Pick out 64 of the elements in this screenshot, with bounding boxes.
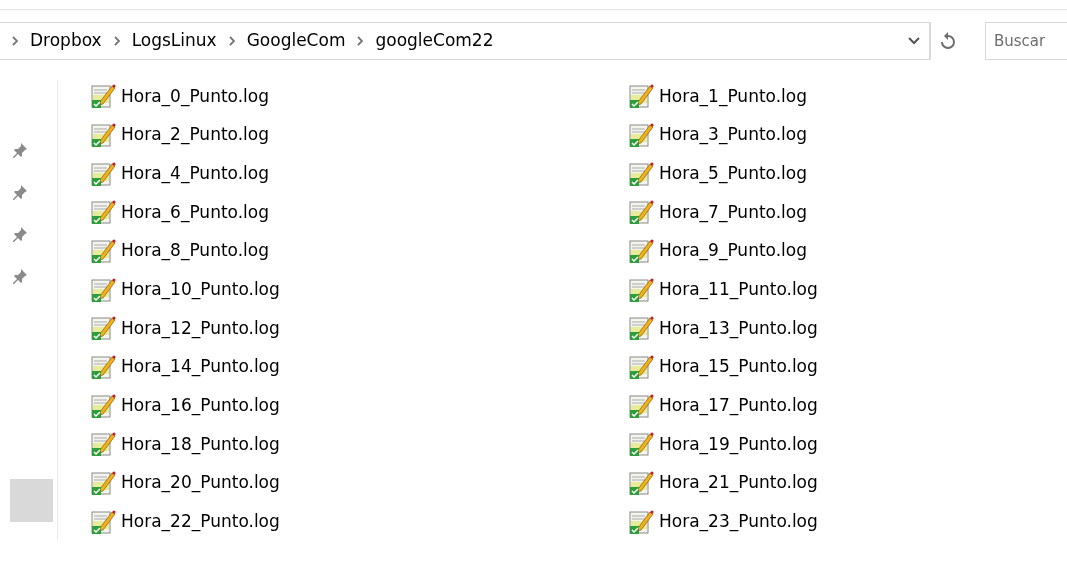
file-name[interactable]: Hora_1_Punto.log [659,83,807,110]
log-file-icon [629,83,655,110]
log-file-icon [629,470,655,496]
log-file-icon [91,508,117,535]
log-file-icon [629,276,655,303]
chevron-icon [10,35,20,47]
file-name[interactable]: Hora_4_Punto.log [121,160,269,187]
scrollbar-thumb[interactable] [10,479,53,522]
pin-icon[interactable] [11,268,28,284]
log-file-icon [91,354,117,380]
file-name[interactable]: Hora_20_Punto.log [121,470,280,496]
log-file-icon [91,83,117,110]
file-name[interactable]: Hora_21_Punto.log [659,470,818,496]
file-name[interactable]: Hora_22_Punto.log [121,508,280,535]
file-name[interactable]: Hora_14_Punto.log [121,354,280,380]
log-file-icon [629,508,655,535]
search-field[interactable]: Buscar [985,22,1067,60]
log-file-icon [629,392,655,419]
file-name[interactable]: Hora_0_Punto.log [121,83,269,110]
log-file-icon [629,431,655,458]
file-name[interactable]: Hora_5_Punto.log [659,160,807,187]
log-file-icon [91,237,117,264]
file-name[interactable]: Hora_9_Punto.log [659,238,807,264]
breadcrumb-item[interactable]: Dropbox [24,28,108,54]
file-name[interactable]: Hora_11_Punto.log [659,276,818,303]
log-file-icon [629,199,655,226]
log-file-icon [629,237,655,264]
file-name[interactable]: Hora_10_Punto.log [121,276,280,303]
file-name[interactable]: Hora_17_Punto.log [659,392,818,419]
breadcrumb-item[interactable]: GoogleCom [240,28,352,54]
refresh-icon [940,32,956,50]
pin-icon[interactable] [11,142,28,158]
log-file-icon [91,199,117,226]
log-file-icon [91,470,117,496]
log-file-icon [629,122,655,148]
file-name[interactable]: Hora_7_Punto.log [659,199,807,226]
log-file-icon [91,392,117,419]
log-file-icon [91,276,117,303]
file-name[interactable]: Hora_16_Punto.log [121,392,280,419]
log-file-icon [629,315,655,342]
breadcrumb-item[interactable]: LogsLinux [125,28,223,54]
breadcrumb-item[interactable]: googleCom22 [369,28,500,54]
log-file-icon [91,431,117,458]
chevron-icon [111,35,122,47]
pin-icon[interactable] [11,184,28,200]
log-file-icon [629,354,655,380]
file-name[interactable]: Hora_23_Punto.log [659,508,818,535]
chevron-icon [355,35,366,47]
log-file-icon [629,160,655,187]
caret-icon [908,37,920,45]
file-name[interactable]: Hora_19_Punto.log [659,431,818,458]
file-name[interactable]: Hora_2_Punto.log [121,122,269,148]
file-name[interactable]: Hora_18_Punto.log [121,431,280,458]
file-name[interactable]: Hora_15_Punto.log [659,354,818,380]
pin-icon[interactable] [11,226,28,242]
file-name[interactable]: Hora_3_Punto.log [659,122,807,148]
chevron-icon [226,35,237,47]
file-name[interactable]: Hora_13_Punto.log [659,315,818,342]
file-name[interactable]: Hora_12_Punto.log [121,315,280,342]
file-name[interactable]: Hora_8_Punto.log [121,238,269,264]
log-file-icon [91,315,117,342]
file-name[interactable]: Hora_6_Punto.log [121,199,269,226]
log-file-icon [91,122,117,148]
log-file-icon [91,160,117,187]
